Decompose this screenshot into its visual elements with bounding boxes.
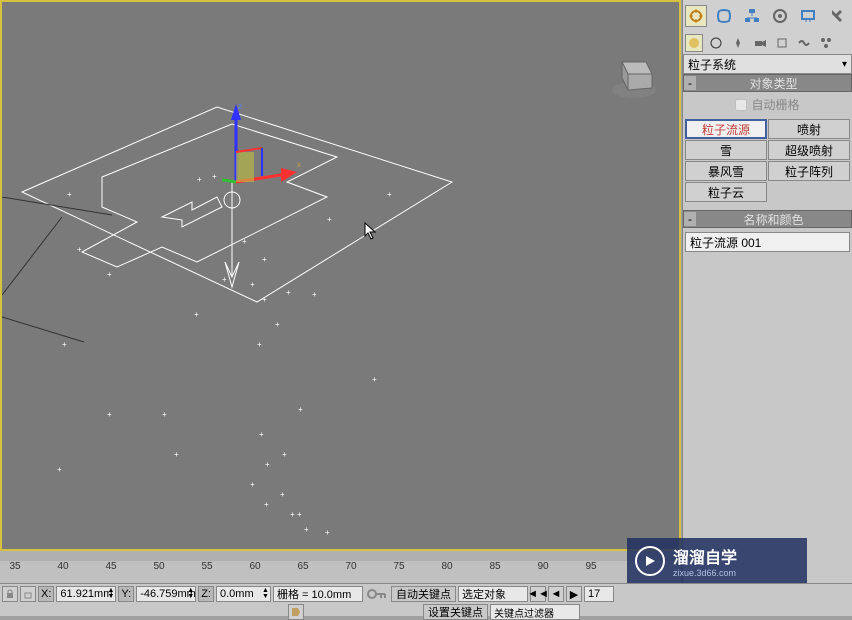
z-coord-field[interactable]: 0.0mm▲▼ <box>216 586 271 602</box>
key-icon[interactable] <box>365 586 389 602</box>
frame-field[interactable]: 17 <box>584 586 614 602</box>
sub-tab-strip <box>683 32 852 54</box>
hierarchy-tab-icon[interactable] <box>741 5 763 27</box>
svg-text:+: + <box>327 215 332 224</box>
utilities-tab-icon[interactable] <box>825 5 847 27</box>
rollout-toggle: - <box>684 212 696 226</box>
spray-button[interactable]: 喷射 <box>768 119 850 139</box>
wireframe-edge <box>2 197 122 347</box>
category-dropdown[interactable]: 粒子系统 <box>683 54 852 74</box>
watermark-url: zixue.3d66.com <box>673 568 737 578</box>
cameras-icon[interactable] <box>751 34 769 52</box>
timeline[interactable]: 35 40 45 50 55 60 65 70 75 80 85 90 95 <box>0 551 681 583</box>
move-gizmo[interactable]: z x <box>222 102 302 202</box>
rollout-title: 对象类型 <box>696 75 851 92</box>
auto-key-button[interactable]: 自动关键点 <box>391 586 456 602</box>
object-name-input[interactable] <box>685 232 850 252</box>
key-filter-button[interactable]: 关键点过滤器 <box>490 604 580 620</box>
p-array-button[interactable]: 粒子阵列 <box>768 161 850 181</box>
display-tab-icon[interactable] <box>797 5 819 27</box>
category-dropdown-label: 粒子系统 <box>688 56 736 73</box>
name-color-header[interactable]: - 名称和颜色 <box>683 210 852 228</box>
create-tab-icon[interactable] <box>685 5 707 27</box>
watermark: 溜溜自学 zixue.3d66.com <box>627 538 807 583</box>
status-bar: X: 61.921mm▲▼ Y: -46.759mm▲▼ Z: 0.0mm▲▼ … <box>0 583 852 616</box>
x-label: X: <box>38 586 54 602</box>
lights-icon[interactable] <box>729 34 747 52</box>
motion-tab-icon[interactable] <box>769 5 791 27</box>
add-time-tag-icon[interactable] <box>288 604 304 620</box>
modify-tab-icon[interactable] <box>713 5 735 27</box>
shapes-icon[interactable] <box>707 34 725 52</box>
selection-lock-icon[interactable] <box>20 586 36 602</box>
play-back-icon[interactable]: ◄ <box>548 586 564 602</box>
pf-source-button[interactable]: 粒子流源 <box>685 119 767 139</box>
viewcube[interactable] <box>604 42 664 102</box>
z-label: Z: <box>198 586 214 602</box>
rollout-toggle: - <box>684 76 696 90</box>
svg-text:+: + <box>197 175 202 184</box>
play-prev-icon[interactable]: ◄◄ <box>530 586 546 602</box>
autogrid-label: 自动栅格 <box>751 96 799 113</box>
viewport[interactable]: + + + + + + z x + + + + + + + <box>0 0 681 551</box>
time-ruler[interactable]: 35 40 45 50 55 60 65 70 75 80 85 90 95 <box>0 561 681 581</box>
command-panel: 粒子系统 - 对象类型 自动栅格 粒子流源 喷射 雪 超级喷射 暴风雪 粒子阵列… <box>682 0 852 616</box>
object-type-header[interactable]: - 对象类型 <box>683 74 852 92</box>
main-tab-strip <box>683 0 852 32</box>
autogrid-checkbox[interactable] <box>735 99 747 111</box>
play-logo-icon <box>635 546 665 576</box>
object-type-buttons: 粒子流源 喷射 雪 超级喷射 暴风雪 粒子阵列 粒子云 <box>683 117 852 204</box>
spacewarps-icon[interactable] <box>795 34 813 52</box>
svg-text:+: + <box>387 190 392 199</box>
y-coord-field[interactable]: -46.759mm▲▼ <box>136 586 196 602</box>
helpers-icon[interactable] <box>773 34 791 52</box>
autogrid-row: 自动栅格 <box>683 92 852 117</box>
set-key-button[interactable]: 设置关键点 <box>423 604 488 620</box>
blizzard-button[interactable]: 暴风雪 <box>685 161 767 181</box>
selected-object-display[interactable]: 选定对象 <box>458 586 528 602</box>
geometry-icon[interactable] <box>685 34 703 52</box>
lock-icon[interactable] <box>2 586 18 602</box>
grid-size-field: 栅格 = 10.0mm <box>273 586 363 602</box>
y-label: Y: <box>118 586 134 602</box>
systems-icon[interactable] <box>817 34 835 52</box>
name-color-row <box>683 228 852 256</box>
rollout-title: 名称和颜色 <box>696 211 851 228</box>
svg-text:z: z <box>238 102 242 111</box>
snow-button[interactable]: 雪 <box>685 140 767 160</box>
p-cloud-button[interactable]: 粒子云 <box>685 182 767 202</box>
svg-text:+: + <box>212 172 217 181</box>
watermark-title: 溜溜自学 <box>673 544 737 568</box>
super-spray-button[interactable]: 超级喷射 <box>768 140 850 160</box>
svg-text:x: x <box>297 160 301 169</box>
play-icon[interactable]: ▶ <box>566 586 582 602</box>
x-coord-field[interactable]: 61.921mm▲▼ <box>56 586 116 602</box>
